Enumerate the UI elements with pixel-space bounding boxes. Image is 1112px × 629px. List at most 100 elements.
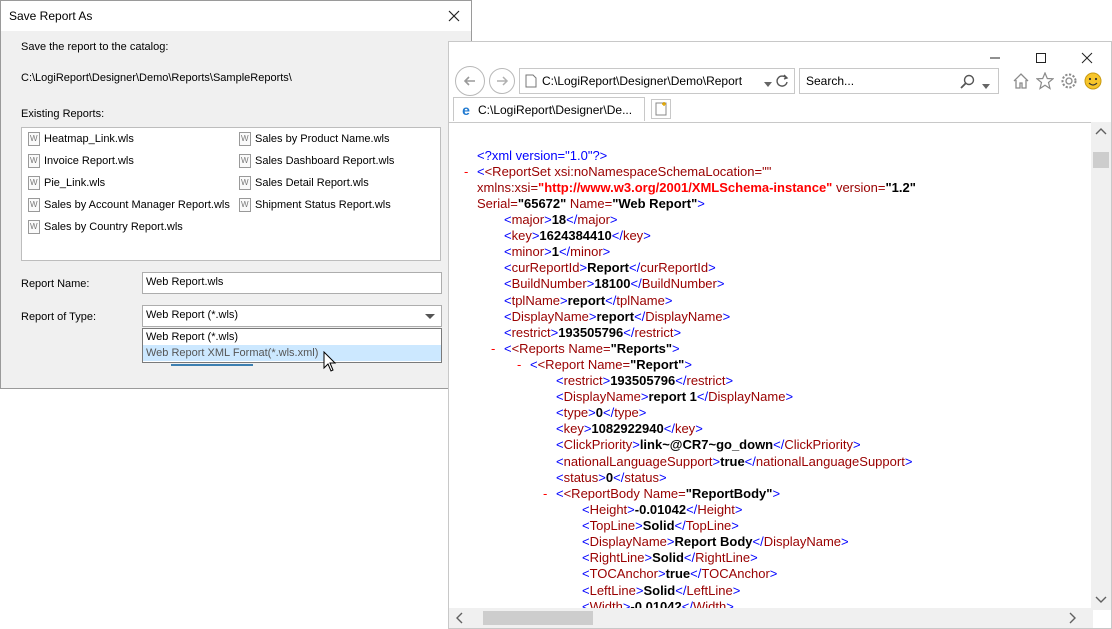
xml-tag-name: tplName (511, 292, 561, 308)
reports-tag: <Reports Name= (511, 341, 611, 356)
file-name: Sales by Product Name.wls (255, 133, 390, 145)
list-item[interactable]: Shipment Status Report.wls (239, 196, 391, 214)
option-wls-xml[interactable]: Web Report XML Format(*.wls.xml) (143, 345, 441, 361)
tab-active[interactable]: e C:\LogiReport\Designer\De... (453, 97, 645, 121)
report-type-options[interactable]: Web Report (*.wls) Web Report XML Format… (142, 328, 442, 363)
list-item[interactable]: Sales by Account Manager Report.wls (28, 196, 230, 214)
report-name-input[interactable]: Web Report.wls (142, 272, 442, 294)
xml-element-line: <DisplayName>Report Body</DisplayName> (582, 534, 849, 550)
list-item[interactable]: Pie_Link.wls (28, 174, 105, 192)
xml-close-tag-name: type (614, 405, 639, 421)
chevron-down-icon[interactable] (425, 314, 435, 319)
chevron-down-icon[interactable] (982, 79, 990, 93)
collapse-toggle[interactable]: - (517, 357, 521, 372)
xml-element-line: <status>0</status> (556, 469, 667, 485)
report-name: "Report" (630, 357, 685, 372)
list-item[interactable]: Heatmap_Link.wls (28, 130, 134, 148)
dialog-title: Save Report As (9, 9, 93, 23)
refresh-icon[interactable] (774, 73, 790, 92)
xml-document-view: <?xml version="1.0"?> - <<ReportSet xsi:… (449, 122, 1093, 610)
report-type-label: Report of Type: (21, 311, 97, 323)
chevron-down-icon[interactable] (1095, 593, 1107, 607)
option-wls[interactable]: Web Report (*.wls) (143, 329, 441, 345)
file-name: Sales Detail Report.wls (255, 177, 369, 189)
report-file-icon (28, 176, 40, 190)
collapse-toggle[interactable]: - (491, 341, 495, 356)
xml-tag-name: RightLine (589, 550, 645, 566)
xml-tag-name: DisplayName (563, 389, 641, 405)
list-item[interactable]: Sales Dashboard Report.wls (239, 152, 394, 170)
xml-close-tag-name: nationalLanguageSupport (755, 453, 905, 469)
existing-reports-label: Existing Reports: (21, 108, 105, 120)
chevron-right-icon[interactable] (1069, 612, 1077, 627)
xml-close-tag-name: key (622, 228, 644, 244)
address-bar[interactable]: C:\LogiReport\Designer\Demo\Reports (519, 68, 795, 94)
xml-tag-name: LeftLine (589, 582, 636, 598)
xml-close-tag-name: LeftLine (686, 582, 733, 598)
forward-icon[interactable] (489, 68, 515, 94)
report-file-icon (239, 176, 251, 190)
reportset-tag: <ReportSet xsi:noNamespaceSchemaLocation… (484, 164, 772, 179)
page-icon (525, 74, 537, 91)
back-icon[interactable] (455, 66, 485, 96)
xml-element-line: <TOCAnchor>true</TOCAnchor> (582, 566, 778, 582)
xml-element-line: <key>1082922940</key> (556, 421, 703, 437)
existing-reports-list[interactable]: Heatmap_Link.wls Invoice Report.wls Pie_… (21, 127, 441, 261)
search-input[interactable]: Search... (799, 68, 999, 94)
favorites-star-icon[interactable] (1035, 71, 1055, 91)
xml-close-tag-name: Height (697, 502, 735, 517)
search-icon[interactable] (960, 74, 976, 93)
list-item[interactable]: Sales by Product Name.wls (239, 130, 390, 148)
list-item[interactable]: Sales by Country Report.wls (28, 218, 183, 236)
xml-element-line: <curReportId>Report</curReportId> (504, 260, 716, 276)
collapse-toggle[interactable]: - (464, 164, 468, 179)
xml-value: Report Body (674, 534, 753, 550)
reportset-serial-line: Serial="65672" Name="Web Report"> (477, 196, 705, 212)
file-name: Sales by Country Report.wls (44, 221, 183, 233)
xml-close-tag-name: DisplayName (763, 534, 842, 550)
bracket: > (672, 341, 680, 356)
xml-close-tag-name: ClickPriority (784, 437, 853, 453)
xml-close-tag-name: RightLine (695, 550, 751, 566)
xml-tag-name: restrict (511, 324, 551, 340)
list-item[interactable]: Invoice Report.wls (28, 152, 134, 170)
vertical-scroll-thumb[interactable] (1093, 152, 1109, 168)
bracket: > (684, 357, 692, 372)
collapse-toggle[interactable]: - (543, 486, 547, 501)
vertical-scrollbar[interactable] (1091, 122, 1111, 610)
xmlns-value: "http://www.w3.org/2001/XMLSchema-instan… (538, 180, 833, 195)
close-icon[interactable] (443, 5, 465, 27)
smiley-feedback-icon[interactable] (1083, 71, 1103, 91)
xml-close-tag-name: minor (570, 244, 603, 260)
maximize-icon[interactable] (1027, 50, 1055, 66)
xml-element-line: <restrict>193505796</restrict> (556, 373, 734, 388)
file-name: Heatmap_Link.wls (44, 133, 134, 145)
chevron-up-icon[interactable] (1095, 124, 1107, 138)
minimize-icon[interactable] (981, 50, 1009, 66)
xml-value: 1 (551, 244, 559, 260)
reportset-attr-line: xmlns:xsi="http://www.w3.org/2001/XMLSch… (477, 180, 916, 196)
save-catalog-label: Save the report to the catalog: (21, 41, 169, 53)
reportset-open-line: <<ReportSet xsi:noNamespaceSchemaLocatio… (477, 164, 772, 179)
horizontal-scrollbar[interactable] (449, 608, 1093, 628)
new-tab-button[interactable] (651, 99, 671, 119)
xml-value: 193505796 (610, 373, 676, 388)
xml-declaration: <?xml version="1.0"?> (477, 148, 608, 163)
dialog-titlebar: Save Report As (1, 1, 471, 31)
chevron-down-icon[interactable] (764, 77, 772, 91)
report-type-select[interactable]: Web Report (*.wls) (142, 305, 442, 327)
gear-icon[interactable] (1059, 71, 1079, 91)
xml-element-line: <DisplayName>report</DisplayName> (504, 308, 731, 324)
close-icon[interactable] (1073, 50, 1101, 66)
chevron-left-icon[interactable] (455, 612, 463, 627)
xml-value: true (720, 453, 745, 469)
report-open-line: <<Report Name="Report"> (530, 357, 692, 372)
search-placeholder: Search... (806, 74, 855, 88)
home-icon[interactable] (1011, 71, 1031, 91)
reportbody-name: "ReportBody" (685, 486, 773, 501)
list-item[interactable]: Sales Detail Report.wls (239, 174, 369, 192)
horizontal-scroll-thumb[interactable] (483, 611, 593, 625)
version-attr: version= (832, 180, 886, 195)
xml-tag-name: Height (589, 502, 628, 517)
mouse-cursor-icon (323, 350, 337, 376)
